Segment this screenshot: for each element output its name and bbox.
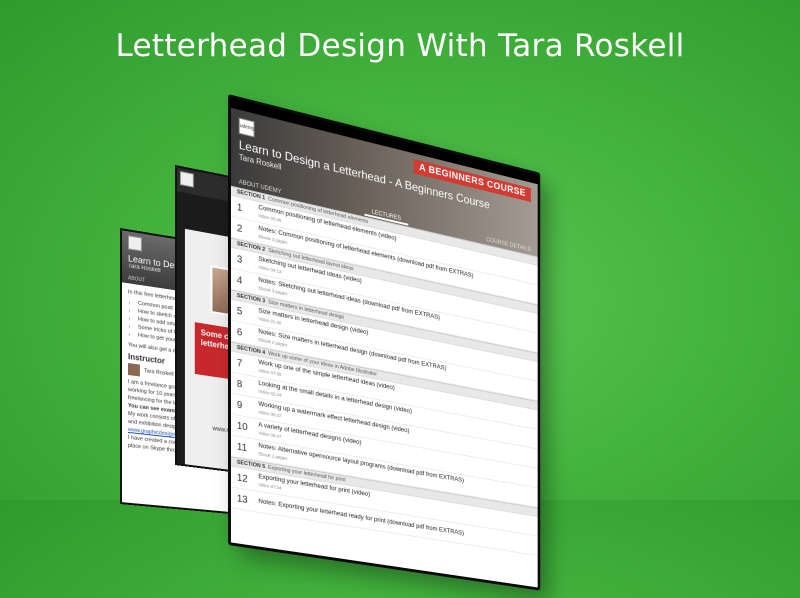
- lecture-number: 9: [236, 399, 243, 412]
- lecture-number: 11: [236, 441, 248, 454]
- udemy-logo-icon[interactable]: udemy: [238, 117, 254, 138]
- udemy-logo-icon: [179, 170, 194, 188]
- device-scene: Learn to Desig Tara Roskell ABOUT In thi…: [0, 0, 800, 591]
- instructor-name[interactable]: Tara Roskell: [144, 367, 174, 379]
- back-tab-about[interactable]: ABOUT: [128, 275, 145, 284]
- instructor-avatar: [127, 363, 140, 377]
- lecture-number: 7: [236, 357, 243, 370]
- lecture-number: 2: [236, 222, 243, 235]
- front-tablet: udemy A BEGINNERS COURSE Learn to Design…: [228, 94, 541, 591]
- lecture-number: 4: [236, 274, 243, 287]
- lecture-number: 10: [236, 420, 248, 433]
- udemy-logo-icon: [127, 235, 142, 252]
- lecture-number: 5: [236, 305, 243, 318]
- lecture-number: 8: [236, 378, 243, 391]
- lecture-number: 13: [236, 492, 248, 506]
- lecture-number: 12: [236, 471, 248, 485]
- lecture-number: 1: [236, 201, 243, 214]
- lecture-number: 6: [236, 326, 243, 339]
- lecture-number: 3: [236, 253, 243, 266]
- lecture-list: SECTION 1 Common positioning of letterhe…: [230, 185, 538, 591]
